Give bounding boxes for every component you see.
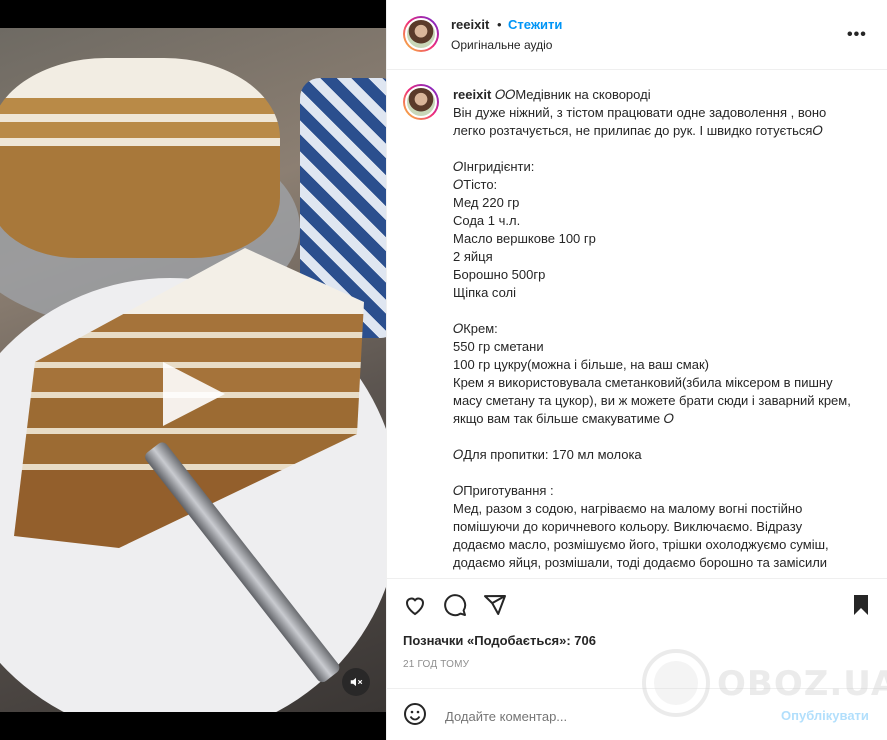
caption-avatar[interactable] <box>403 84 439 120</box>
more-options-icon[interactable]: ••• <box>847 26 867 44</box>
video-frame[interactable] <box>0 28 386 712</box>
comment-row: Опублікувати <box>387 688 887 740</box>
mute-button[interactable] <box>342 668 370 696</box>
post-panel: reeixit • Стежити Оригінальне аудіо ••• … <box>386 0 887 740</box>
follow-button[interactable]: Стежити <box>508 17 562 32</box>
back-cake <box>0 58 280 258</box>
actions-bar: Позначки «Подобається»: 706 21 ГОД ТОМУ <box>387 578 887 688</box>
like-heart-icon[interactable] <box>403 593 427 617</box>
username-link[interactable]: reeixit <box>451 17 489 32</box>
caption-text: reeixit 𝑂𝑂Медівник на сковороді Він дуже… <box>453 86 853 572</box>
audio-link[interactable]: Оригінальне аудіо <box>451 38 552 52</box>
avatar[interactable] <box>403 16 439 52</box>
publish-button[interactable]: Опублікувати <box>781 708 869 723</box>
post-time[interactable]: 21 ГОД ТОМУ <box>403 659 469 670</box>
emoji-icon[interactable] <box>403 702 427 726</box>
separator-dot: • <box>497 17 502 32</box>
play-icon[interactable] <box>163 362 225 426</box>
post-header: reeixit • Стежити Оригінальне аудіо ••• <box>387 0 887 70</box>
share-icon[interactable] <box>483 593 507 617</box>
caption-area: reeixit 𝑂𝑂Медівник на сковороді Він дуже… <box>387 70 887 578</box>
speaker-muted-icon <box>350 677 363 687</box>
bookmark-icon[interactable] <box>849 593 873 617</box>
comment-icon[interactable] <box>443 593 467 617</box>
post-media[interactable] <box>0 0 386 740</box>
caption-username[interactable]: reeixit <box>453 87 491 102</box>
caption-body: 𝑂𝑂Медівник на сковороді Він дуже ніжний,… <box>453 87 851 570</box>
likes-count[interactable]: Позначки «Подобається»: 706 <box>403 633 596 648</box>
comment-input[interactable] <box>443 704 767 728</box>
